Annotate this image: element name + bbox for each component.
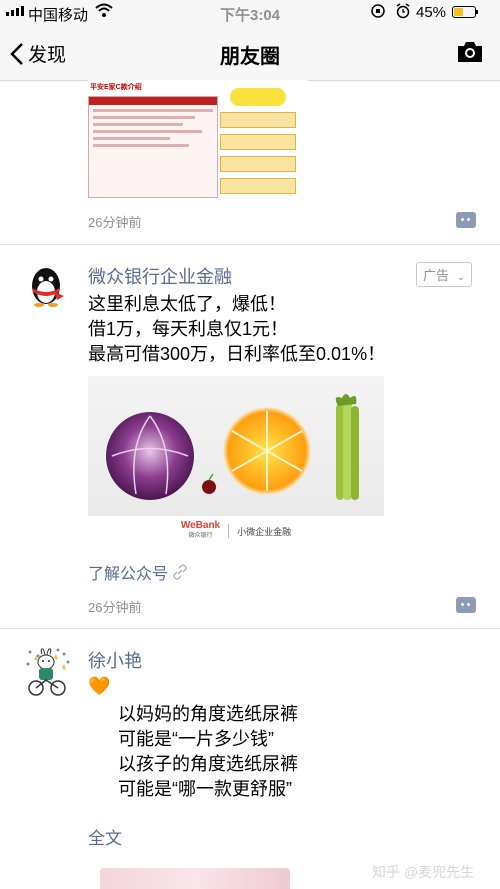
post-divider: [0, 628, 500, 629]
post-time: 26分钟前: [88, 215, 142, 230]
bunny-bicycle-icon: [26, 648, 70, 696]
penguin-icon: [32, 268, 64, 307]
post-text-line: 可能是“哪一款更舒服”: [118, 779, 292, 799]
battery-icon: [452, 6, 478, 18]
post-text-line: 以孩子的角度选纸尿裤: [118, 754, 298, 774]
ad-image[interactable]: WeBank 微众银行 小微企业金融: [88, 376, 384, 546]
ad-badge-label: 广告: [423, 268, 450, 283]
post-image-partial[interactable]: [100, 868, 290, 889]
full-text-link[interactable]: 全文: [88, 824, 122, 849]
post-text: 这里利息太低了，爆低！ 借1万，每天利息仅1元！ 最高可借300万，日利率低至0…: [88, 292, 385, 367]
watermark: 知乎 @麦兜先生: [372, 864, 475, 880]
page-title: 朋友圈: [220, 46, 280, 68]
post-time: 26分钟前: [88, 600, 142, 615]
post-text-line: 这里利息太低了，爆低！: [88, 294, 286, 314]
brand-name-cn: 微众银行: [188, 533, 213, 539]
ad-image-footer: WeBank 微众银行 小微企业金融: [88, 516, 384, 546]
avatar[interactable]: [24, 646, 72, 698]
camera-icon[interactable]: [456, 40, 484, 69]
comment-icon[interactable]: [456, 212, 476, 228]
chevron-down-icon: ⌄: [456, 272, 466, 283]
learn-account-link[interactable]: 了解公众号: [88, 560, 188, 584]
poster-name[interactable]: 徐小艳: [88, 647, 142, 673]
post-divider: [0, 244, 500, 245]
insurance-table-graphic: [88, 96, 218, 198]
rotation-lock-icon: [370, 3, 386, 23]
celery-graphic: [335, 394, 359, 500]
post-text-line: 最高可借300万，日利率低至0.01%！: [88, 344, 386, 364]
comment-icon[interactable]: [456, 597, 476, 613]
battery-percent: 45%: [416, 4, 447, 21]
post-image-insurance[interactable]: 平安E家C款介绍: [88, 80, 308, 202]
ad-badge[interactable]: 广告 ⌄: [416, 262, 473, 287]
orange-heart-icon: 🧡: [88, 676, 111, 696]
link-label: 了解公众号: [88, 566, 169, 583]
brand-logo: WeBank: [180, 520, 221, 531]
insurance-image-title: 平安E家C款介绍: [90, 84, 142, 91]
post-text-line: 借1万，每天利息仅1元！: [88, 319, 289, 339]
brand-tagline: 小微企业金融: [237, 526, 292, 537]
produce-illustration: [106, 394, 359, 500]
post-text-line: 以妈妈的角度选纸尿裤: [118, 704, 298, 724]
status-bar: 中国移动 下午3:04 45%: [0, 0, 500, 26]
nav-bar: 发现 朋友圈: [0, 26, 500, 81]
link-icon: [173, 564, 187, 580]
insurance-badges-graphic: [220, 84, 296, 196]
post-text: 以妈妈的角度选纸尿裤 可能是“一片多少钱” 以孩子的角度选纸尿裤 可能是“哪一款…: [118, 702, 298, 802]
post-text-line: 可能是“一片多少钱”: [118, 729, 274, 749]
poster-name[interactable]: 微众银行企业金融: [88, 263, 232, 289]
alarm-icon: [395, 3, 411, 23]
avatar[interactable]: [24, 262, 68, 307]
